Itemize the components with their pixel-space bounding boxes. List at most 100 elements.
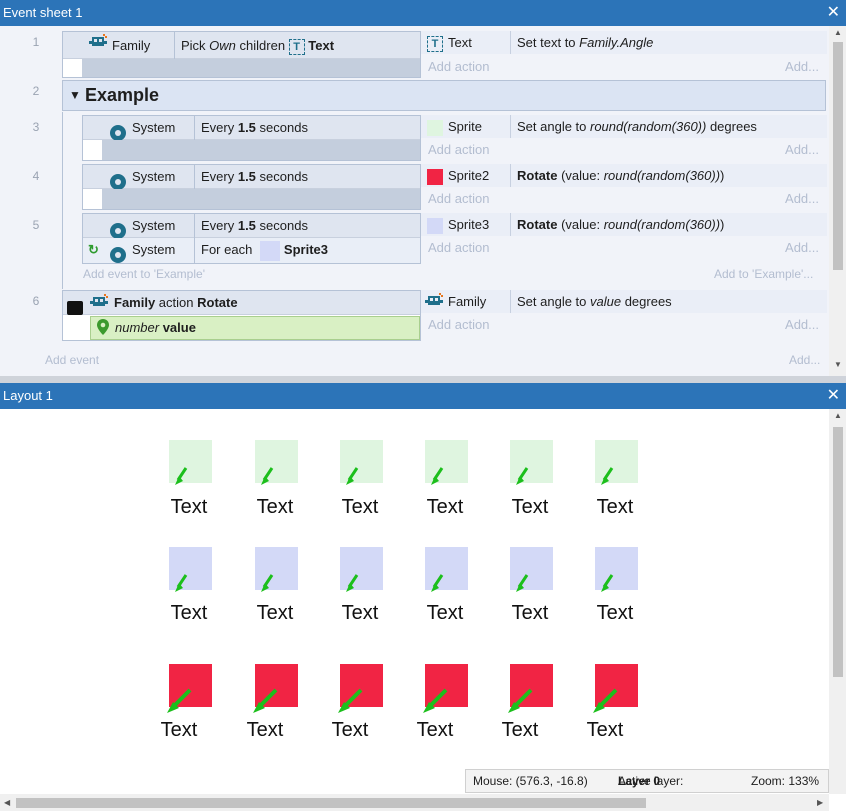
sprite-instance[interactable] [167, 664, 212, 713]
close-icon[interactable]: ✕ [827, 0, 840, 26]
text-instance-label[interactable]: Text [159, 602, 219, 625]
close-icon[interactable]: ✕ [827, 383, 840, 409]
sprite-instance[interactable] [595, 440, 638, 485]
text-instance-label[interactable]: Text [575, 719, 635, 742]
add-action-link[interactable]: Add action [428, 236, 489, 259]
event-6-action[interactable]: Family Set angle to value degrees [421, 290, 827, 313]
add-action-link[interactable]: Add action [428, 55, 489, 78]
text-instance-label[interactable]: Text [585, 602, 645, 625]
scroll-up-icon[interactable]: ▲ [834, 28, 842, 37]
sprite3-icon [427, 217, 443, 234]
layout-horizontal-scrollbar[interactable]: ◀ ▶ [0, 794, 829, 811]
event-4-action[interactable]: Sprite2 Rotate (value: round(random(360)… [421, 164, 827, 187]
action-text: Rotate (value: round(random(360))) [517, 217, 725, 232]
sprite-instance[interactable] [595, 547, 638, 592]
text-instance-label[interactable]: Text [415, 602, 475, 625]
add-more-link[interactable]: Add... [785, 187, 819, 210]
text-instance-label[interactable]: Text [490, 719, 550, 742]
sprite-instance[interactable] [255, 547, 298, 592]
text-instance-label[interactable]: Text [320, 719, 380, 742]
sprite-instance[interactable] [169, 440, 212, 485]
add-action-link[interactable]: Add action [428, 313, 489, 336]
add-more-link[interactable]: Add... [785, 313, 819, 336]
text-instance-label[interactable]: Text [500, 602, 560, 625]
sprite-instance[interactable] [340, 547, 383, 592]
text-instance-label[interactable]: Text [245, 496, 305, 519]
gear-icon [110, 222, 126, 239]
scrollbar-thumb[interactable] [833, 42, 843, 270]
text-instance-label[interactable]: Text [330, 602, 390, 625]
action-object-name: Text [448, 35, 472, 50]
text-instance-label[interactable]: Text [235, 719, 295, 742]
event-6-function[interactable]: Family action Rotate number value [62, 290, 421, 341]
function-parameter[interactable]: number value [90, 316, 420, 340]
event-5-action[interactable]: Sprite3 Rotate (value: round(random(360)… [421, 213, 827, 236]
add-action-row[interactable]: Add action Add... [421, 138, 827, 161]
scrollbar-thumb[interactable] [833, 427, 843, 677]
sprite-instance[interactable] [593, 664, 638, 713]
sprite-instance[interactable] [253, 664, 298, 713]
group-header[interactable]: ▼ Example [62, 80, 826, 111]
add-more-link[interactable]: Add... [789, 353, 820, 367]
splitter[interactable] [0, 376, 846, 383]
add-to-group-link[interactable]: Add to 'Example'... [714, 267, 813, 281]
condition-object-name: System [132, 242, 176, 257]
add-more-link[interactable]: Add... [785, 138, 819, 161]
sprite-instance[interactable] [510, 440, 553, 485]
scroll-left-icon[interactable]: ◀ [4, 798, 10, 807]
add-action-link[interactable]: Add action [428, 138, 489, 161]
add-action-row[interactable]: Add action Add... [421, 313, 827, 336]
sprite-instance[interactable] [425, 547, 468, 592]
add-action-row[interactable]: Add action Add... [421, 236, 827, 259]
text-instance-label[interactable]: Text [415, 496, 475, 519]
event-1-action[interactable]: T Text Set text to Family.Angle [421, 31, 827, 54]
action-object-name: Sprite3 [448, 217, 490, 232]
scroll-up-icon[interactable]: ▲ [834, 411, 842, 420]
text-instance-label[interactable]: Text [159, 496, 219, 519]
layout-canvas[interactable]: Text Text Text Text Text Text Text Text Text Text… [0, 409, 846, 811]
angle-arrow-icon [253, 688, 278, 713]
event-3-conditions[interactable]: System Every 1.5 seconds [82, 115, 421, 161]
event-5-conditions[interactable]: System Every 1.5 seconds ↻ System For ea… [82, 213, 421, 264]
scrollbar-thumb[interactable] [16, 798, 646, 808]
collapse-triangle-icon[interactable]: ▼ [69, 81, 81, 110]
sprite-instance[interactable] [340, 440, 383, 485]
text-instance-label[interactable]: Text [245, 602, 305, 625]
event-sheet-titlebar: Event sheet 1 ✕ [0, 0, 846, 26]
sprite-instance[interactable] [169, 547, 212, 592]
sprite-instance[interactable] [338, 664, 383, 713]
active-layer: Active layer: Layer 0 [618, 774, 684, 788]
add-more-link[interactable]: Add... [785, 55, 819, 78]
text-instance-label[interactable]: Text [330, 496, 390, 519]
add-action-link[interactable]: Add action [428, 187, 489, 210]
sprite-instance[interactable] [508, 664, 553, 713]
action-object-name: Sprite [448, 119, 482, 134]
event-1-conditions[interactable]: Family Pick Own children T Text [62, 31, 421, 78]
sprite-instance[interactable] [255, 440, 298, 485]
add-action-row[interactable]: Add action Add... [421, 187, 827, 210]
angle-arrow-icon [508, 688, 533, 713]
sprite-instance[interactable] [510, 547, 553, 592]
event-4-conditions[interactable]: System Every 1.5 seconds [82, 164, 421, 210]
family-icon [90, 294, 108, 318]
sprite-instance[interactable] [425, 440, 468, 485]
condition-text: Every 1.5 seconds [201, 218, 308, 233]
sprite-instance[interactable] [423, 664, 468, 713]
event-sheet-scrollbar[interactable]: ▲ ▼ [829, 26, 846, 376]
add-event-link[interactable]: Add event [45, 353, 99, 367]
layout-vertical-scrollbar[interactable]: ▲ [829, 409, 846, 794]
add-action-row[interactable]: Add action Add... [421, 55, 827, 78]
angle-arrow-icon [167, 688, 192, 713]
text-instance-label[interactable]: Text [149, 719, 209, 742]
text-instance-label[interactable]: Text [585, 496, 645, 519]
angle-arrow-icon [346, 574, 359, 592]
scroll-right-icon[interactable]: ▶ [817, 798, 823, 807]
event-number: 3 [32, 120, 40, 134]
gear-icon [110, 246, 126, 263]
add-event-to-group-link[interactable]: Add event to 'Example' [83, 267, 205, 281]
event-3-action[interactable]: Sprite Set angle to round(random(360)) d… [421, 115, 827, 138]
scroll-down-icon[interactable]: ▼ [834, 360, 842, 369]
text-instance-label[interactable]: Text [500, 496, 560, 519]
text-instance-label[interactable]: Text [405, 719, 465, 742]
add-more-link[interactable]: Add... [785, 236, 819, 259]
